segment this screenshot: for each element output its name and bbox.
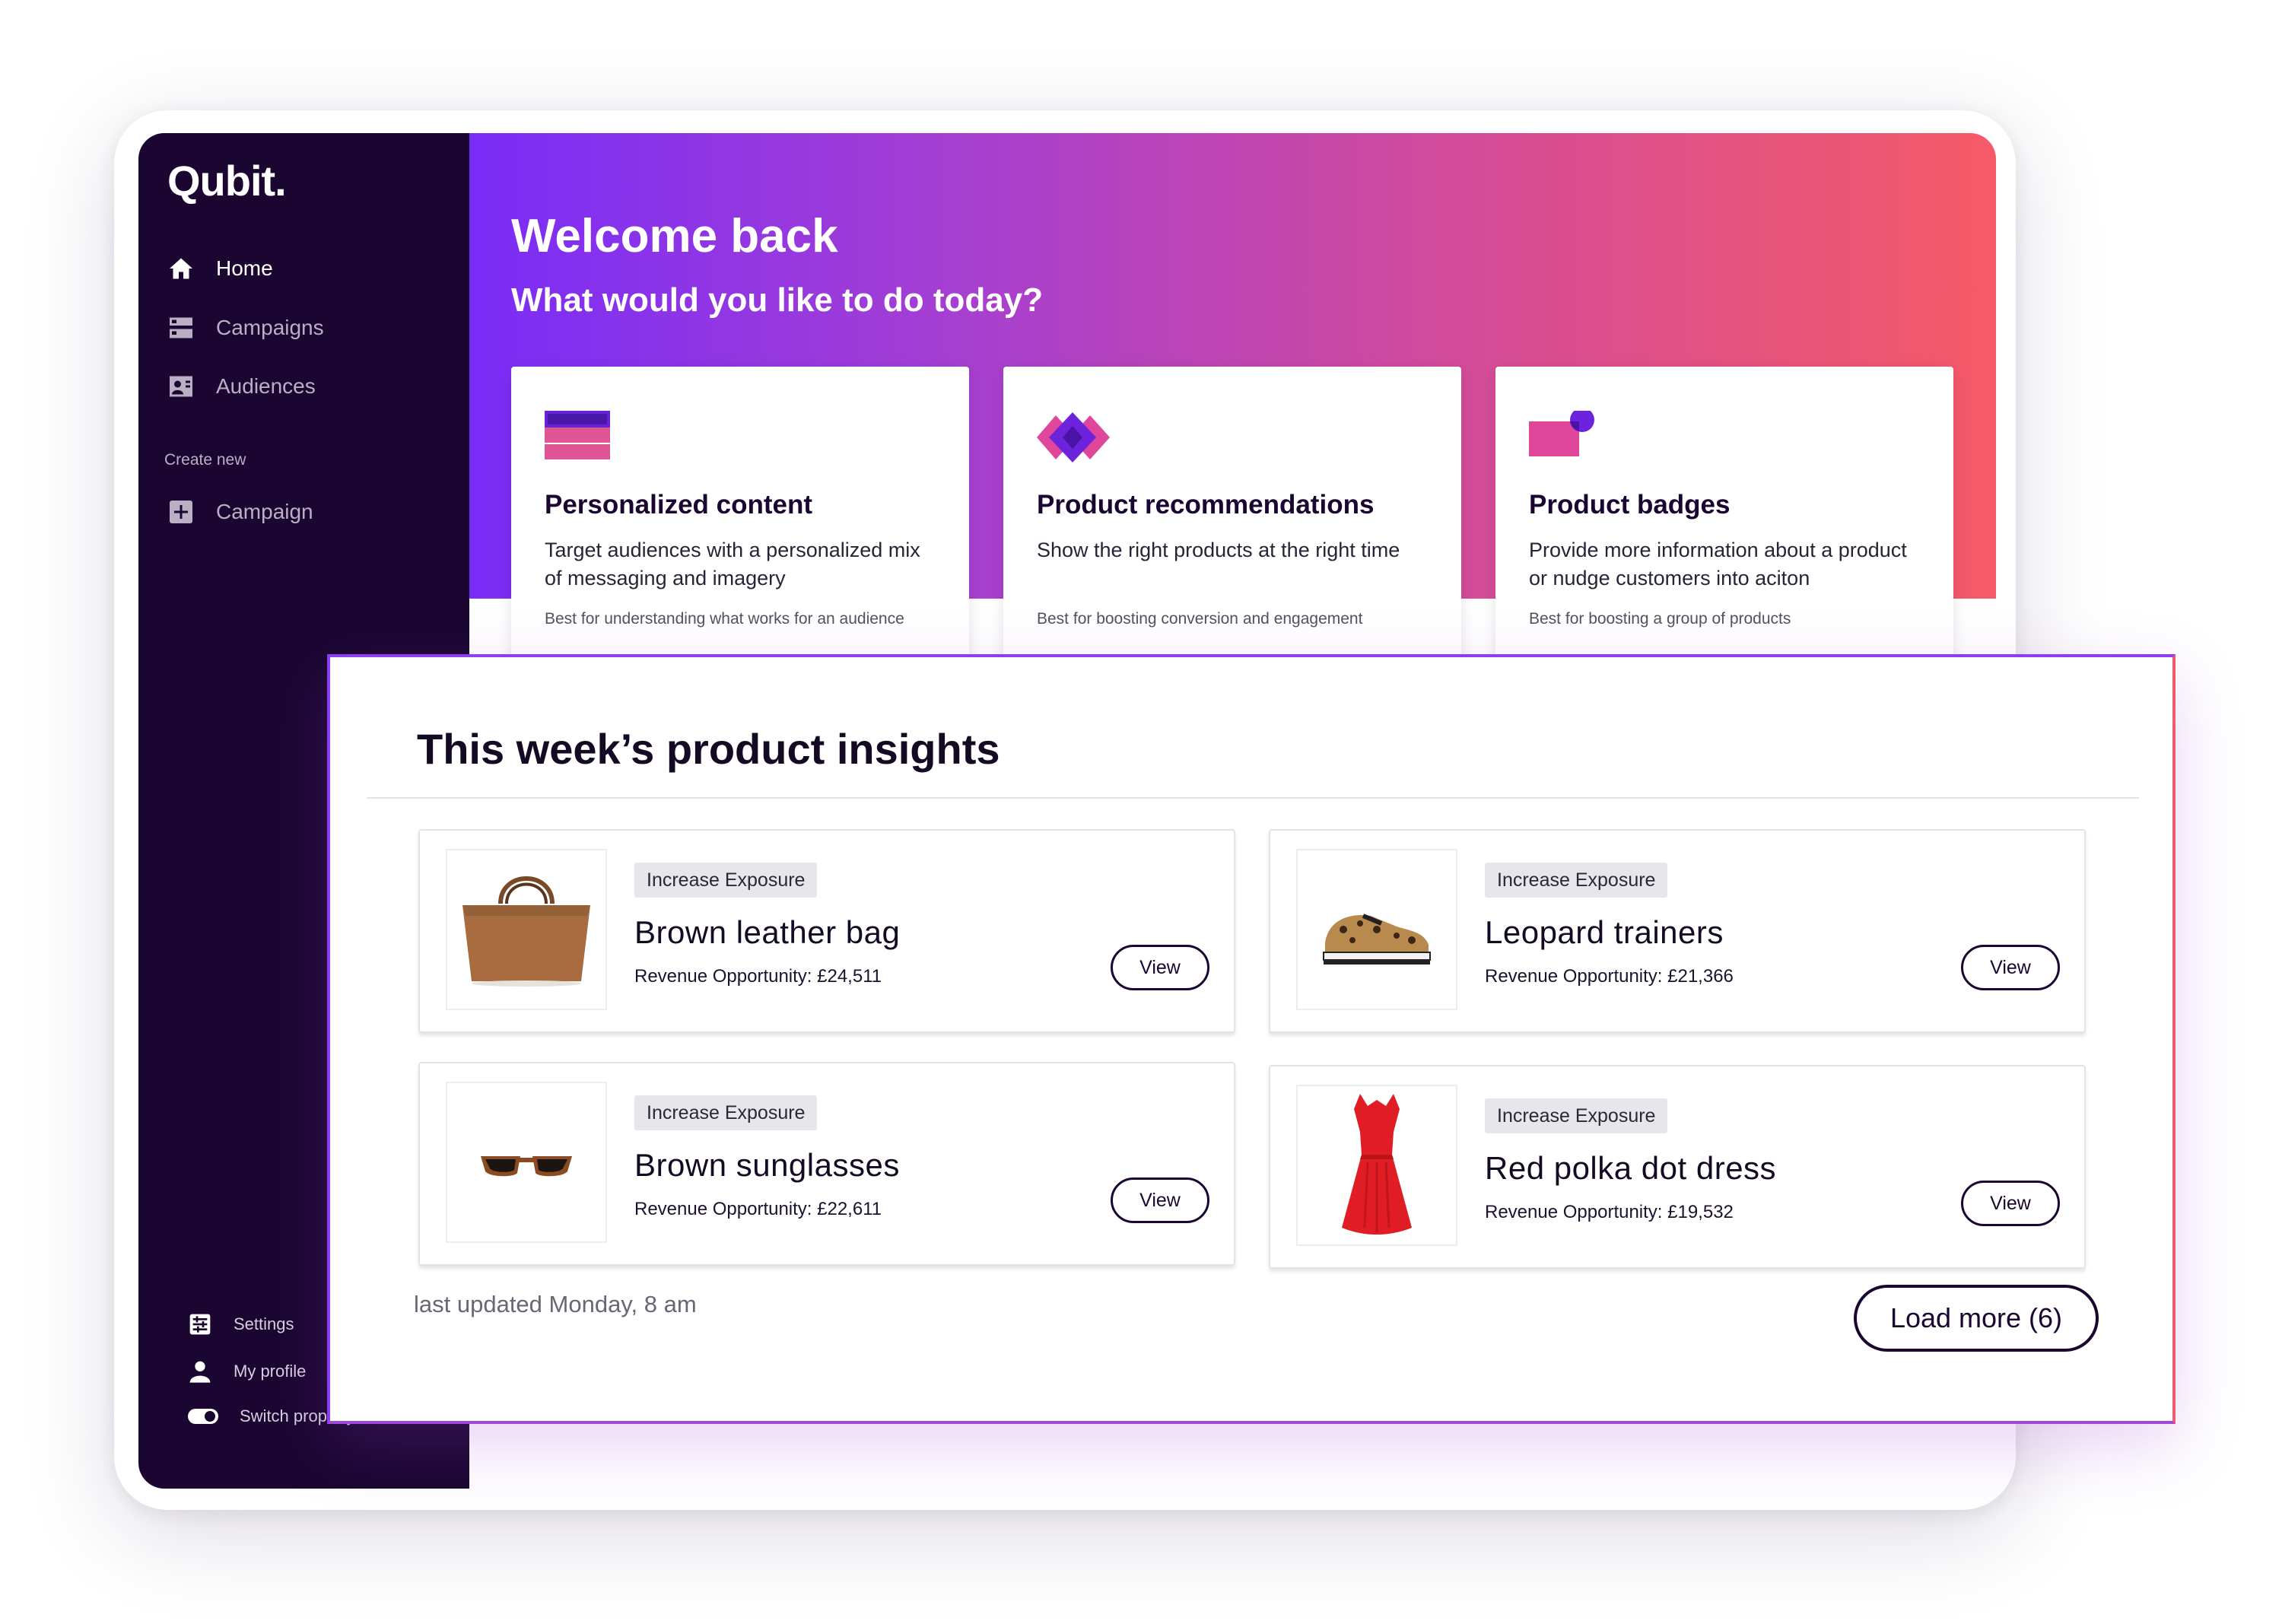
create-new-heading: Create new — [164, 451, 246, 469]
revenue-opportunity: Revenue Opportunity: £24,511 — [634, 966, 882, 987]
campaigns-icon — [170, 317, 192, 338]
view-button[interactable]: View — [1111, 1177, 1209, 1223]
card-description: Target audiences with a personalized mix… — [545, 539, 920, 590]
sidebar-item-home[interactable]: Home — [167, 255, 273, 282]
card-personalized-content[interactable]: Personalized content Target audiences wi… — [511, 367, 969, 671]
status-badge: Increase Exposure — [634, 1095, 818, 1130]
sidebar-item-label: Home — [216, 256, 273, 280]
status-badge: Increase Exposure — [634, 863, 818, 898]
sidebar-item-audiences[interactable]: Audiences — [167, 373, 316, 400]
card-note: Best for boosting conversion and engagem… — [1037, 610, 1363, 628]
qubit-logo[interactable]: Qubit. — [167, 156, 287, 205]
card-note: Best for boosting a group of products — [1529, 610, 1791, 628]
trainers-image — [1323, 914, 1431, 965]
sidebar-item-label: Campaign — [216, 500, 313, 523]
product-card[interactable]: Increase Exposure Red polka dot dress Re… — [1269, 1065, 2086, 1269]
view-button[interactable]: View — [1961, 1181, 2060, 1226]
revenue-opportunity: Revenue Opportunity: £21,366 — [1485, 966, 1734, 987]
badge-icon — [1529, 411, 1594, 456]
page-subtitle: What would you like to do today? — [511, 281, 1044, 319]
diamonds-icon — [1037, 412, 1110, 462]
profile-icon — [189, 1361, 211, 1383]
product-name: Red polka dot dress — [1485, 1150, 1777, 1186]
audiences-icon — [170, 376, 192, 397]
card-title: Product badges — [1529, 490, 1731, 520]
page-title: Welcome back — [511, 210, 838, 262]
product-card[interactable]: Increase Exposure Leopard trainers Reven… — [1269, 829, 2086, 1033]
product-name: Leopard trainers — [1485, 914, 1724, 950]
bag-image — [462, 876, 590, 987]
card-note: Best for understanding what works for an… — [545, 610, 904, 628]
revenue-opportunity: Revenue Opportunity: £22,611 — [634, 1199, 882, 1219]
stacked-cards-icon — [545, 411, 610, 459]
sidebar-item-settings[interactable]: Settings — [188, 1312, 294, 1336]
insights-title: This week’s product insights — [417, 725, 1000, 773]
dress-image — [1342, 1094, 1412, 1235]
view-button[interactable]: View — [1961, 945, 2060, 990]
card-description: Provide more information about a product… — [1529, 539, 1907, 590]
product-thumbnail — [1296, 1085, 1457, 1246]
product-insights-panel: This week’s product insights Increase Ex… — [327, 654, 2176, 1424]
plus-square-icon — [170, 501, 192, 523]
sidebar-item-create-campaign[interactable]: Campaign — [167, 498, 313, 526]
toggle-icon — [188, 1409, 218, 1424]
product-name: Brown leather bag — [634, 914, 901, 950]
revenue-opportunity: Revenue Opportunity: £19,532 — [1485, 1202, 1734, 1222]
sidebar-item-label: Campaigns — [216, 316, 324, 339]
sidebar-item-profile[interactable]: My profile — [188, 1359, 306, 1384]
status-badge: Increase Exposure — [1485, 1098, 1668, 1133]
settings-icon — [189, 1314, 211, 1335]
product-card[interactable]: Increase Exposure Brown leather bag Reve… — [418, 829, 1235, 1033]
card-title: Product recommendations — [1037, 490, 1375, 520]
product-card[interactable]: Increase Exposure Brown sunglasses Reven… — [418, 1062, 1235, 1266]
divider — [367, 797, 2139, 799]
card-product-recommendations[interactable]: Product recommendations Show the right p… — [1003, 367, 1461, 671]
product-thumbnail — [446, 849, 607, 1010]
product-name: Brown sunglasses — [634, 1147, 900, 1183]
sunglasses-image — [481, 1156, 572, 1177]
last-updated-text: last updated Monday, 8 am — [414, 1291, 697, 1317]
home-icon — [170, 258, 192, 279]
sidebar-item-campaigns[interactable]: Campaigns — [167, 314, 324, 342]
load-more-button[interactable]: Load more (6) — [1854, 1285, 2099, 1352]
card-description: Show the right products at the right tim… — [1037, 539, 1400, 561]
sidebar-item-label: Settings — [234, 1314, 294, 1333]
view-button[interactable]: View — [1111, 945, 1209, 990]
sidebar-item-label: My profile — [234, 1362, 307, 1381]
product-thumbnail — [1296, 849, 1457, 1010]
sidebar-item-label: Audiences — [216, 374, 316, 398]
card-product-badges[interactable]: Product badges Provide more information … — [1495, 367, 1953, 671]
product-thumbnail — [446, 1082, 607, 1243]
status-badge: Increase Exposure — [1485, 863, 1668, 898]
card-title: Personalized content — [545, 490, 813, 520]
